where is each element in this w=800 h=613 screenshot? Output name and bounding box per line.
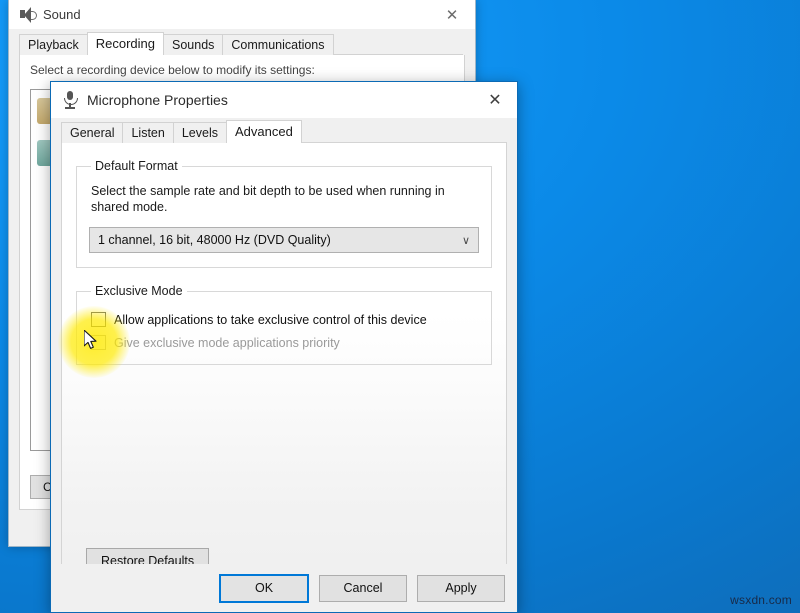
exclusive-priority-checkbox-row: Give exclusive mode applications priorit… xyxy=(91,335,477,350)
desktop-background: Sound ✕ Playback Recording Sounds Commun… xyxy=(0,0,800,613)
ok-button[interactable]: OK xyxy=(219,574,309,603)
tab-playback[interactable]: Playback xyxy=(19,34,88,55)
microphone-properties-dialog[interactable]: Microphone Properties ✕ General Listen L… xyxy=(50,81,518,613)
exclusive-control-checkbox-row[interactable]: Allow applications to take exclusive con… xyxy=(91,312,477,327)
tab-sounds[interactable]: Sounds xyxy=(163,34,223,55)
exclusive-mode-group: Exclusive Mode Allow applications to tak… xyxy=(76,284,492,365)
exclusive-priority-checkbox xyxy=(91,335,106,350)
tab-listen[interactable]: Listen xyxy=(122,122,173,143)
close-icon[interactable]: ✕ xyxy=(473,82,517,118)
dialog-footer: OK Cancel Apply xyxy=(51,564,517,612)
advanced-tab-panel: Default Format Select the sample rate an… xyxy=(61,143,507,593)
dialog-title: Microphone Properties xyxy=(87,92,228,108)
tab-recording[interactable]: Recording xyxy=(87,32,164,55)
tab-communications[interactable]: Communications xyxy=(222,34,333,55)
tab-advanced[interactable]: Advanced xyxy=(226,120,302,143)
exclusive-priority-label: Give exclusive mode applications priorit… xyxy=(114,336,340,350)
exclusive-mode-legend: Exclusive Mode xyxy=(91,284,187,298)
site-watermark: wsxdn.com xyxy=(730,593,792,607)
dialog-tab-strip: General Listen Levels Advanced xyxy=(51,120,517,143)
default-format-description: Select the sample rate and bit depth to … xyxy=(91,183,477,215)
tab-general[interactable]: General xyxy=(61,122,123,143)
sound-window-title: Sound xyxy=(43,7,81,22)
default-format-group: Default Format Select the sample rate an… xyxy=(76,159,492,268)
tab-levels[interactable]: Levels xyxy=(173,122,227,143)
default-format-select[interactable]: 1 channel, 16 bit, 48000 Hz (DVD Quality… xyxy=(89,227,479,253)
chevron-down-icon: ∨ xyxy=(462,234,470,247)
default-format-legend: Default Format xyxy=(91,159,182,173)
sound-window-titlebar[interactable]: Sound ✕ xyxy=(9,0,475,29)
microphone-icon xyxy=(63,91,77,109)
exclusive-control-checkbox[interactable] xyxy=(91,312,106,327)
cancel-button[interactable]: Cancel xyxy=(319,575,407,602)
dialog-titlebar[interactable]: Microphone Properties ✕ xyxy=(51,82,517,118)
sound-tab-strip: Playback Recording Sounds Communications xyxy=(9,33,475,55)
default-format-selected-value: 1 channel, 16 bit, 48000 Hz (DVD Quality… xyxy=(98,233,331,247)
apply-button[interactable]: Apply xyxy=(417,575,505,602)
exclusive-control-label: Allow applications to take exclusive con… xyxy=(114,313,427,327)
sound-close-icon[interactable]: ✕ xyxy=(429,0,475,29)
recording-hint-text: Select a recording device below to modif… xyxy=(30,63,454,77)
speaker-icon xyxy=(19,7,35,23)
